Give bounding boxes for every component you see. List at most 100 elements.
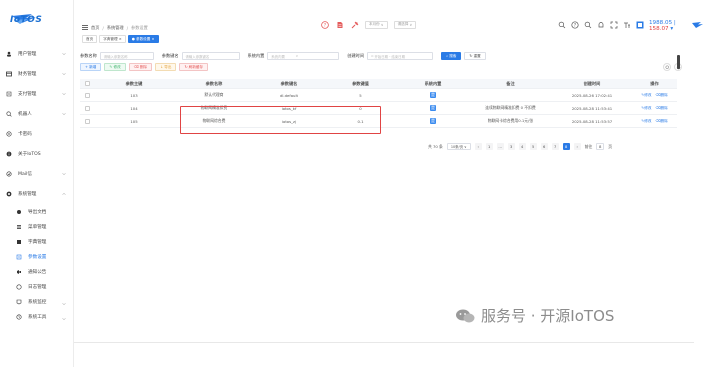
sidebar-item-mail[interactable]: Mail信: [0, 164, 74, 184]
page-button[interactable]: 5: [529, 143, 537, 150]
help-circle-icon[interactable]: ?: [320, 20, 329, 29]
delete-row-button[interactable]: ⌫删除: [655, 106, 667, 111]
log-icon: [16, 283, 22, 290]
sidebar-item-robot[interactable]: 机器人: [0, 104, 74, 124]
page-button[interactable]: 6: [540, 143, 548, 150]
search-button[interactable]: ⌕ 搜索: [441, 52, 462, 60]
edit-button[interactable]: ✎ 修改: [104, 63, 126, 71]
sidebar-item-label: 通知公告: [28, 269, 47, 275]
param-key-input[interactable]: 请输入参数键名: [181, 52, 240, 60]
zoom-icon[interactable]: [584, 21, 592, 31]
breadcrumb-separator: /: [102, 25, 104, 31]
page-button[interactable]: 7: [551, 143, 559, 150]
tab-home[interactable]: 首页: [82, 35, 98, 43]
prev-page-button[interactable]: ‹: [474, 143, 482, 150]
row-checkbox[interactable]: [80, 105, 94, 111]
sidebar-subitem-params[interactable]: 参数设置: [0, 249, 74, 264]
column-header: 系统内置: [424, 80, 442, 86]
edit-row-button[interactable]: ✎修改: [641, 106, 651, 111]
sidebar-subitem-log[interactable]: 日志管理: [0, 279, 74, 294]
avatar[interactable]: [691, 21, 705, 32]
notification-icon[interactable]: [597, 21, 605, 31]
layout-icon[interactable]: [636, 21, 644, 31]
wechat-icon: [456, 309, 475, 322]
page-ellipsis[interactable]: …: [496, 143, 504, 150]
breadcrumb: 首页 / 系统管理 / 参数设置: [82, 25, 148, 31]
table-row[interactable]: 104 物联网精准扣费 iotos_kf 0 是 连续物联网精准扣费 0 不扣费…: [80, 102, 677, 115]
select-all-checkbox[interactable]: [80, 81, 94, 86]
scrollbar-thumb[interactable]: [677, 55, 680, 69]
sidebar-item-users[interactable]: 用户管理: [0, 44, 74, 64]
reset-button[interactable]: ↻ 重置: [464, 52, 486, 60]
breadcrumb-parent[interactable]: 系统管理: [107, 25, 124, 31]
delete-row-button[interactable]: ⌫删除: [655, 93, 667, 98]
row-checkbox[interactable]: [80, 118, 94, 124]
tab-params[interactable]: ● 参数设置 ×: [127, 35, 159, 43]
period-select[interactable]: 本月份 ∨: [365, 20, 388, 29]
page-button-active[interactable]: 8: [562, 143, 570, 150]
param-key: iotos_kf: [281, 105, 297, 111]
breadcrumb-home[interactable]: 首页: [91, 25, 99, 31]
param-remark: 物联网卡综合费用0.1元/张: [487, 118, 534, 123]
sidebar-item-finance[interactable]: 财务管理: [0, 64, 74, 84]
pay-icon: [6, 91, 12, 97]
export-button[interactable]: ↓ 导出: [155, 63, 177, 71]
delete-row-button[interactable]: ⌫删除: [655, 119, 667, 124]
watermark: 服务号 · 开源IoTOS: [455, 305, 614, 326]
sidebar-subitem-export[interactable]: 导出文档: [0, 204, 74, 219]
edit-row-button[interactable]: ✎修改: [641, 119, 651, 124]
sidebar-item-pay[interactable]: 支付管理: [0, 84, 74, 104]
column-header: 创建时间: [583, 80, 601, 86]
param-name: 物联网综合费: [202, 118, 226, 123]
sidebar-subitem-tools[interactable]: 系统工具: [0, 309, 74, 324]
create-time-label: 创建时间: [347, 53, 365, 58]
tool-icon[interactable]: [350, 20, 359, 29]
chevron-down-icon: [62, 93, 66, 96]
date-range-picker[interactable]: ▫ 开始日期 - 结束日期: [367, 52, 434, 60]
param-name: 物联网精准扣费: [200, 105, 228, 110]
page-size-select[interactable]: 10条/页 ∨: [446, 143, 471, 150]
sidebar-subitem-dict[interactable]: 字典管理: [0, 234, 74, 249]
sidebar-menu: 用户管理 财务管理 支付管理 机器人 卡密码 关于IoTOS Mail信 系统管…: [0, 44, 74, 324]
param-id: 105: [130, 118, 138, 124]
option-select[interactable]: 请选择 ∨: [393, 20, 417, 29]
topbar-right: ? 1988.05 | 158.07 ▾: [558, 20, 705, 32]
search-toggle-icon[interactable]: [663, 63, 671, 71]
action-bar: + 新增 ✎ 修改 ⌫ 删除 ↓ 导出 ↻ 刷新缓存: [80, 63, 211, 71]
sidebar-item-about[interactable]: 关于IoTOS: [0, 144, 74, 164]
param-name-input[interactable]: 请输入参数名称: [99, 52, 154, 60]
goto-page-input[interactable]: 8: [596, 143, 605, 150]
sidebar-subitem-monitor[interactable]: 系统监控: [0, 294, 74, 309]
edit-row-button[interactable]: ✎修改: [641, 93, 651, 98]
help-icon[interactable]: ?: [571, 21, 579, 31]
document-icon[interactable]: [335, 20, 344, 29]
sidebar-item-system[interactable]: 系统管理: [0, 184, 74, 204]
sidebar-item-label: 菜单管理: [28, 224, 47, 230]
font-size-icon[interactable]: [623, 21, 631, 31]
sidebar-subitem-notice[interactable]: 通知公告: [0, 264, 74, 279]
hamburger-icon[interactable]: [82, 25, 88, 31]
tab-dict[interactable]: 字典管理 ×: [99, 35, 126, 43]
page-button[interactable]: 4: [518, 143, 526, 150]
system-builtin-select[interactable]: 系统内置 ∨: [267, 52, 340, 60]
sidebar-item-key[interactable]: 卡密码: [0, 124, 74, 144]
row-checkbox[interactable]: [80, 92, 94, 98]
add-button[interactable]: + 新增: [80, 63, 102, 71]
sidebar-item-label: 日志管理: [28, 284, 47, 290]
pagination: 共 70 条 10条/页 ∨ ‹ 1 … 3 4 5 6 7 8 › 前往 8 …: [428, 143, 612, 150]
page-button[interactable]: 3: [507, 143, 515, 150]
delete-button[interactable]: ⌫ 删除: [128, 63, 153, 71]
refresh-cache-button[interactable]: ↻ 刷新缓存: [179, 63, 208, 71]
page-button[interactable]: 1: [485, 143, 493, 150]
table-row[interactable]: 103 默认代理商 dl.default 5 是 2025-08-26 17:0…: [80, 89, 677, 102]
breadcrumb-separator: /: [126, 25, 128, 31]
sidebar-item-label: 卡密码: [18, 132, 32, 137]
sidebar-subitem-menu[interactable]: 菜单管理: [0, 219, 74, 234]
user-icon: [6, 51, 12, 57]
chevron-up-icon: [62, 192, 66, 195]
fullscreen-icon[interactable]: [610, 21, 618, 31]
search-icon[interactable]: [558, 21, 566, 31]
table-row[interactable]: 105 物联网综合费 iotos_zj 0.1 是 物联网卡综合费用0.1元/张…: [80, 115, 677, 128]
row-actions: ✎修改 ⌫删除: [632, 93, 677, 98]
next-page-button[interactable]: ›: [573, 143, 581, 150]
